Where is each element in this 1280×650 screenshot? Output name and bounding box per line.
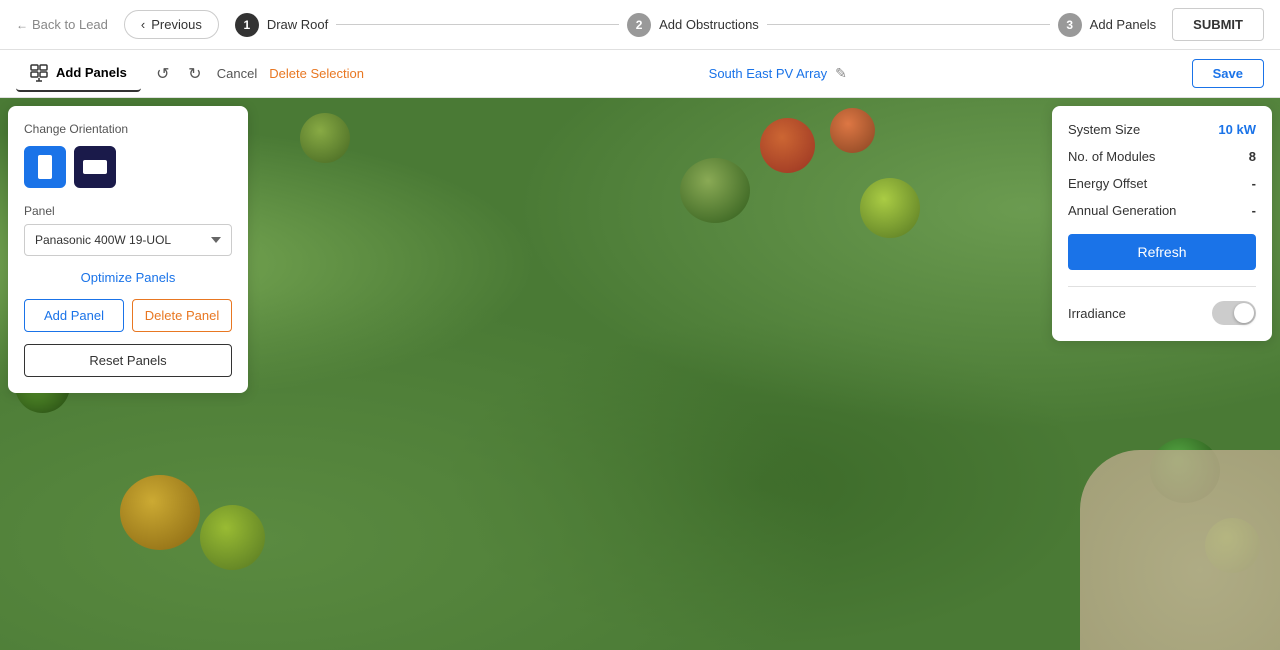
refresh-button[interactable]: Refresh xyxy=(1068,234,1256,270)
step-line-2 xyxy=(767,24,1050,25)
tree-10 xyxy=(300,113,350,163)
system-size-row: System Size 10 kW xyxy=(1068,122,1256,137)
step-group: 1 Draw Roof 2 Add Obstructions 3 Add Pan… xyxy=(235,13,1156,37)
toolbar-right: Save xyxy=(1192,59,1264,88)
toolbar-left: Add Panels ↺ ↻ Cancel Delete Selection xyxy=(16,56,364,92)
system-size-value: 10 kW xyxy=(1218,122,1256,137)
landscape-orientation-button[interactable] xyxy=(74,146,116,188)
previous-button[interactable]: ‹ Previous xyxy=(124,10,219,39)
step-line-1 xyxy=(336,24,619,25)
panel-actions: Add Panel Delete Panel xyxy=(24,299,232,332)
modules-row: No. of Modules 8 xyxy=(1068,149,1256,164)
save-button[interactable]: Save xyxy=(1192,59,1264,88)
step-3-label: Add Panels xyxy=(1090,17,1157,32)
prev-chevron-icon: ‹ xyxy=(141,17,145,32)
step-1-label: Draw Roof xyxy=(267,17,328,32)
delete-panel-button[interactable]: Delete Panel xyxy=(132,299,232,332)
redo-icon[interactable]: ↻ xyxy=(185,64,205,84)
system-size-label: System Size xyxy=(1068,122,1140,137)
edit-icon[interactable]: ✎ xyxy=(835,65,847,82)
optimize-panels-link[interactable]: Optimize Panels xyxy=(24,270,232,285)
back-arrow-icon: ← xyxy=(16,18,28,32)
annual-gen-value: - xyxy=(1252,203,1256,218)
tree-3 xyxy=(830,108,875,153)
tree-5 xyxy=(120,475,200,550)
gravel-area xyxy=(1080,450,1280,650)
step-2-label: Add Obstructions xyxy=(659,17,759,32)
cancel-button[interactable]: Cancel xyxy=(217,66,257,81)
modules-value: 8 xyxy=(1249,149,1256,164)
orientation-buttons xyxy=(24,146,232,188)
tree-4 xyxy=(860,178,920,238)
step-2: 2 Add Obstructions xyxy=(627,13,759,37)
right-panel: System Size 10 kW No. of Modules 8 Energ… xyxy=(1052,106,1272,341)
tree-6 xyxy=(200,505,265,570)
solar-panels-icon xyxy=(30,64,48,82)
add-panels-tab[interactable]: Add Panels xyxy=(16,56,141,92)
toolbar: Add Panels ↺ ↻ Cancel Delete Selection S… xyxy=(0,50,1280,98)
portrait-panel-shape xyxy=(38,155,52,179)
energy-offset-value: - xyxy=(1252,176,1256,191)
prev-label: Previous xyxy=(151,17,202,32)
modules-label: No. of Modules xyxy=(1068,149,1155,164)
submit-button[interactable]: SUBMIT xyxy=(1172,8,1264,41)
add-panel-button[interactable]: Add Panel xyxy=(24,299,124,332)
step-2-circle: 2 xyxy=(627,13,651,37)
back-to-lead-label: Back to Lead xyxy=(32,17,108,32)
pv-array-label: South East PV Array xyxy=(709,66,828,81)
undo-icon[interactable]: ↺ xyxy=(153,64,173,84)
irradiance-row: Irradiance xyxy=(1068,301,1256,325)
toggle-knob xyxy=(1234,303,1254,323)
orientation-label: Change Orientation xyxy=(24,122,232,136)
back-to-lead-link[interactable]: ← Back to Lead xyxy=(16,17,108,32)
tree-1 xyxy=(680,158,750,223)
step-1-circle: 1 xyxy=(235,13,259,37)
step-1: 1 Draw Roof xyxy=(235,13,328,37)
panel-type-label: Panel xyxy=(24,204,232,218)
irradiance-label: Irradiance xyxy=(1068,306,1126,321)
irradiance-toggle[interactable] xyxy=(1212,301,1256,325)
reset-panels-button[interactable]: Reset Panels xyxy=(24,344,232,377)
annual-gen-row: Annual Generation - xyxy=(1068,203,1256,218)
add-panels-label: Add Panels xyxy=(56,65,127,80)
step-3: 3 Add Panels xyxy=(1058,13,1157,37)
tree-2 xyxy=(760,118,815,173)
portrait-orientation-button[interactable] xyxy=(24,146,66,188)
toolbar-center: South East PV Array ✎ xyxy=(380,65,1176,82)
left-panel: Change Orientation Panel Panasonic 400W … xyxy=(8,106,248,393)
annual-gen-label: Annual Generation xyxy=(1068,203,1176,218)
panel-select[interactable]: Panasonic 400W 19-UOL xyxy=(24,224,232,256)
divider xyxy=(1068,286,1256,287)
main-content: Change Orientation Panel Panasonic 400W … xyxy=(0,98,1280,650)
energy-offset-label: Energy Offset xyxy=(1068,176,1147,191)
top-nav: ← Back to Lead ‹ Previous 1 Draw Roof 2 … xyxy=(0,0,1280,50)
step-3-circle: 3 xyxy=(1058,13,1082,37)
delete-selection-button[interactable]: Delete Selection xyxy=(269,66,364,81)
landscape-panel-shape xyxy=(83,160,107,174)
energy-offset-row: Energy Offset - xyxy=(1068,176,1256,191)
map-area[interactable]: Change Orientation Panel Panasonic 400W … xyxy=(0,98,1280,650)
